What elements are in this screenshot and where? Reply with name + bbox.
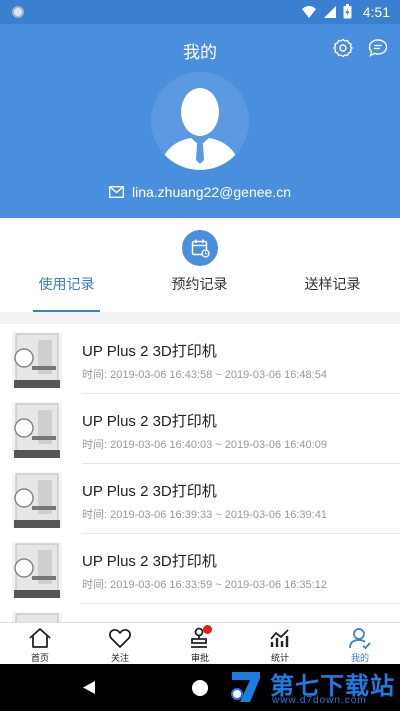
- battery-icon: [343, 4, 352, 19]
- usage-time: 时间: 2019-03-06 16:39:33 ~ 2019-03-06 16:…: [82, 509, 327, 521]
- back-icon[interactable]: [82, 680, 96, 695]
- notification-badge-icon: [203, 625, 212, 634]
- status-bar: 4:51: [0, 0, 400, 24]
- profile-icon: [349, 628, 371, 649]
- watermark-logo: [231, 672, 260, 702]
- list-item[interactable]: UP Plus 2 3D打印机 时间: 2019-03-06 16:33:59 …: [0, 534, 400, 604]
- list-item[interactable]: UP Plus 2 3D打印机 时间: 2019-03-06 16:39:33 …: [0, 464, 400, 534]
- tab-usage-records[interactable]: 使用记录: [0, 274, 133, 312]
- avatar[interactable]: [151, 72, 249, 170]
- signal-icon: [324, 5, 336, 18]
- bottom-navigation: 首页 关注 审批 统计 我的: [0, 622, 400, 664]
- tab-label: 预约记录: [171, 276, 228, 292]
- heart-icon: [109, 629, 131, 648]
- watermark-url: www.d7down.com: [272, 695, 367, 706]
- stats-icon: [270, 629, 289, 647]
- nav-label: 首页: [30, 653, 49, 663]
- status-time: 4:51: [362, 4, 390, 20]
- printer-thumbnail: [12, 542, 62, 598]
- list-item[interactable]: UP Plus 2 3D打印机 时间: 2019-03-06 16:43:58 …: [0, 324, 400, 394]
- device-name: UP Plus 2 3D打印机: [82, 553, 217, 570]
- nav-home[interactable]: 首页: [0, 623, 80, 665]
- home-button-icon[interactable]: [191, 679, 209, 697]
- tab-active-indicator: [33, 310, 100, 312]
- calendar-icon: [191, 239, 210, 258]
- home-icon: [29, 628, 51, 648]
- device-name: UP Plus 2 3D打印机: [82, 413, 217, 430]
- device-name: UP Plus 2 3D打印机: [82, 343, 217, 360]
- printer-thumbnail: [12, 472, 62, 528]
- calendar-button[interactable]: [182, 230, 218, 266]
- wifi-icon: [302, 5, 316, 18]
- notification-dot-icon: [12, 6, 24, 18]
- mail-icon: [109, 186, 124, 198]
- user-email: lina.zhuang22@genee.cn: [131, 184, 291, 200]
- usage-time: 时间: 2019-03-06 16:43:58 ~ 2019-03-06 16:…: [82, 369, 327, 381]
- nav-label: 统计: [270, 653, 289, 663]
- printer-thumbnail: [12, 402, 62, 458]
- nav-label: 审批: [190, 653, 209, 663]
- nav-profile[interactable]: 我的: [320, 623, 400, 665]
- tab-booking-records[interactable]: 预约记录: [133, 274, 266, 312]
- device-name: UP Plus 2 3D打印机: [82, 483, 217, 500]
- usage-record-list: UP Plus 2 3D打印机 时间: 2019-03-06 16:43:58 …: [0, 324, 400, 624]
- nav-approval[interactable]: 审批: [160, 623, 240, 665]
- message-icon[interactable]: [368, 38, 388, 58]
- gear-icon[interactable]: [333, 38, 353, 58]
- usage-time: 时间: 2019-03-06 16:33:59 ~ 2019-03-06 16:…: [82, 579, 327, 591]
- watermark: 第七下载站 www.d7down.com: [220, 664, 400, 711]
- tab-label: 使用记录: [38, 276, 95, 292]
- list-item-partial[interactable]: [0, 604, 400, 624]
- nav-label: 关注: [110, 653, 129, 663]
- usage-time: 时间: 2019-03-06 16:40:03 ~ 2019-03-06 16:…: [82, 439, 327, 451]
- user-silhouette-icon: [161, 88, 239, 170]
- tab-label: 送样记录: [304, 276, 361, 292]
- profile-header: 我的 lina.zhuang22@genee.cn: [0, 24, 400, 218]
- nav-follow[interactable]: 关注: [80, 623, 160, 665]
- nav-label: 我的: [350, 653, 369, 663]
- nav-statistics[interactable]: 统计: [240, 623, 320, 665]
- record-tabs: 使用记录 预约记录 送样记录: [0, 218, 400, 312]
- tab-sample-records[interactable]: 送样记录: [266, 274, 399, 312]
- printer-thumbnail: [12, 332, 62, 388]
- list-item[interactable]: UP Plus 2 3D打印机 时间: 2019-03-06 16:40:03 …: [0, 394, 400, 464]
